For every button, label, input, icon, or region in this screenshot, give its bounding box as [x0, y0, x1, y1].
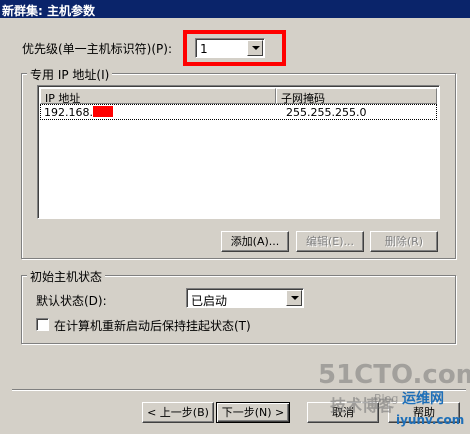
redaction-mark: [92, 106, 113, 117]
chevron-down-icon[interactable]: [286, 290, 302, 306]
watermark-51cto: 51CTO.com: [318, 360, 470, 390]
column-header-mask[interactable]: 子网掩码: [276, 88, 437, 105]
ip-address-list[interactable]: IP 地址 子网掩码 192.168. 255.255.255.0: [37, 85, 440, 219]
title-bar: 新群集: 主机参数: [0, 0, 470, 18]
default-state-value: 已启动: [191, 294, 228, 308]
watermark-blog-short: Blog: [374, 392, 399, 405]
next-button[interactable]: 下一步(N) >: [216, 402, 290, 423]
ip-value: 192.168.: [44, 106, 93, 119]
dedicated-ip-group-title: 专用 IP 地址(I): [27, 66, 113, 83]
add-button[interactable]: 添加(A)...: [221, 231, 289, 252]
window-title: 新群集: 主机参数: [2, 4, 95, 18]
column-header-ip[interactable]: IP 地址: [40, 88, 276, 105]
highlight-annotation: [183, 30, 286, 66]
back-button[interactable]: < 上一步(B): [142, 402, 214, 423]
retain-suspended-checkbox[interactable]: [36, 318, 49, 331]
edit-button[interactable]: 编辑(E)...: [296, 231, 364, 252]
mask-cell: 255.255.255.0: [286, 106, 367, 119]
retain-suspended-label: 在计算机重新启动后保持挂起状态(T): [54, 319, 251, 333]
table-row[interactable]: 192.168. 255.255.255.0: [40, 104, 437, 120]
watermark-domain: iyunv.com: [396, 413, 465, 427]
default-state-dropdown[interactable]: 已启动: [186, 288, 304, 308]
default-state-label: 默认状态(D):: [36, 294, 107, 308]
delete-button[interactable]: 删除(R): [370, 231, 438, 252]
initial-state-group-title: 初始主机状态: [27, 268, 106, 285]
watermark-brand: 运维网: [402, 391, 444, 407]
ip-cell: 192.168.: [44, 106, 113, 119]
priority-label: 优先级(单一主机标识符)(P):: [22, 42, 173, 56]
